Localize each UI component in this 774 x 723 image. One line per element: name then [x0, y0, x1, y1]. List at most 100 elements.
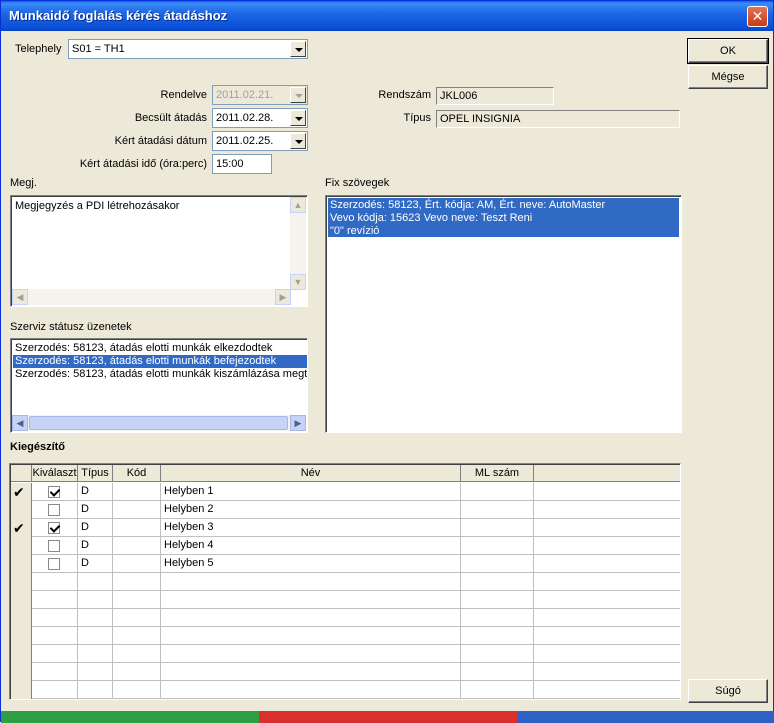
cell-kod[interactable] — [113, 645, 161, 663]
table-row[interactable] — [11, 573, 680, 591]
cell-ml-szam[interactable] — [461, 537, 534, 555]
fix-textarea[interactable]: Szerzodés: 58123, Ért. kódja: AM, Ért. n… — [325, 195, 682, 433]
header-tipus[interactable]: Típus — [78, 465, 113, 482]
cell-ml-szam[interactable] — [461, 681, 534, 699]
cell-tipus[interactable]: D — [78, 555, 113, 573]
cell-nev[interactable] — [161, 609, 461, 627]
cell-kod[interactable] — [113, 609, 161, 627]
cell-kivalaszt[interactable] — [32, 573, 78, 591]
cell-nev[interactable]: Helyben 3 — [161, 519, 461, 537]
status-hscroll[interactable]: ◀ ▶ — [12, 415, 306, 431]
cell-kod[interactable] — [113, 573, 161, 591]
cell-filler[interactable] — [534, 645, 680, 663]
cell-ml-szam[interactable] — [461, 663, 534, 681]
cell-ml-szam[interactable] — [461, 519, 534, 537]
chevron-down-icon[interactable] — [290, 41, 306, 57]
cell-nev[interactable] — [161, 663, 461, 681]
cell-tipus[interactable] — [78, 591, 113, 609]
table-row[interactable] — [11, 681, 680, 699]
cell-nev[interactable] — [161, 681, 461, 699]
cell-ml-szam[interactable] — [461, 501, 534, 519]
table-row[interactable] — [11, 627, 680, 645]
becsult-date[interactable]: 2011.02.28. — [212, 108, 308, 128]
cell-kivalaszt[interactable] — [32, 537, 78, 555]
table-row[interactable] — [11, 663, 680, 681]
scroll-down-icon[interactable]: ▼ — [290, 274, 306, 290]
cell-kivalaszt[interactable] — [32, 519, 78, 537]
help-button[interactable]: Súgó — [688, 679, 768, 703]
table-row[interactable] — [11, 591, 680, 609]
cell-ml-szam[interactable] — [461, 555, 534, 573]
cell-ml-szam[interactable] — [461, 627, 534, 645]
cell-kod[interactable] — [113, 555, 161, 573]
cell-filler[interactable] — [534, 501, 680, 519]
cell-kivalaszt[interactable] — [32, 663, 78, 681]
cell-nev[interactable] — [161, 627, 461, 645]
chevron-down-icon[interactable] — [290, 110, 306, 126]
cell-kod[interactable] — [113, 537, 161, 555]
cell-kivalaszt[interactable] — [32, 609, 78, 627]
cell-tipus[interactable] — [78, 609, 113, 627]
status-item-selected[interactable]: Szerzodés: 58123, átadás elotti munkák b… — [13, 355, 307, 368]
kieg-grid[interactable]: Kiválaszt Típus Kód Név ML szám ✔ D Helybe… — [9, 463, 681, 700]
header-kivalaszt[interactable]: Kiválaszt — [32, 465, 78, 482]
status-item[interactable]: Szerzodés: 58123, átadás elotti munkák e… — [13, 342, 272, 355]
table-row[interactable]: D Helyben 4 — [11, 537, 680, 555]
megj-hscroll[interactable]: ◀ ▶ — [12, 289, 291, 305]
megj-textarea[interactable]: Megjegyzés a PDI létrehozásakor ▲ ▼ ◀ ▶ — [10, 195, 308, 307]
cell-tipus[interactable] — [78, 681, 113, 699]
ok-button[interactable]: OK — [687, 38, 769, 64]
cancel-button[interactable]: Mégse — [688, 65, 768, 89]
cell-tipus[interactable] — [78, 627, 113, 645]
cell-nev[interactable]: Helyben 5 — [161, 555, 461, 573]
header-ml-szam[interactable]: ML szám — [461, 465, 534, 482]
cell-kivalaszt[interactable] — [32, 681, 78, 699]
close-icon[interactable]: ✕ — [747, 6, 768, 27]
cell-filler[interactable] — [534, 555, 680, 573]
cell-kod[interactable] — [113, 519, 161, 537]
scroll-right-icon[interactable]: ▶ — [290, 415, 306, 431]
cell-tipus[interactable]: D — [78, 501, 113, 519]
cell-nev[interactable] — [161, 645, 461, 663]
cell-filler[interactable] — [534, 519, 680, 537]
scroll-right-icon[interactable]: ▶ — [275, 289, 291, 305]
cell-tipus[interactable] — [78, 573, 113, 591]
cell-kod[interactable] — [113, 501, 161, 519]
status-item[interactable]: Szerzodés: 58123, átadás elotti munkák k… — [13, 368, 307, 381]
cell-ml-szam[interactable] — [461, 609, 534, 627]
cell-ml-szam[interactable] — [461, 645, 534, 663]
cell-nev[interactable]: Helyben 1 — [161, 483, 461, 501]
table-row[interactable] — [11, 645, 680, 663]
select-checkbox[interactable] — [48, 540, 60, 552]
cell-filler[interactable] — [534, 627, 680, 645]
cell-filler[interactable] — [534, 591, 680, 609]
cell-kod[interactable] — [113, 627, 161, 645]
cell-nev[interactable] — [161, 591, 461, 609]
chevron-down-icon[interactable] — [290, 133, 306, 149]
cell-filler[interactable] — [534, 537, 680, 555]
table-row[interactable]: D Helyben 5 — [11, 555, 680, 573]
scroll-left-icon[interactable]: ◀ — [12, 289, 28, 305]
cell-nev[interactable] — [161, 573, 461, 591]
cell-filler[interactable] — [534, 609, 680, 627]
table-row[interactable]: D Helyben 2 — [11, 501, 680, 519]
cell-filler[interactable] — [534, 681, 680, 699]
cell-kivalaszt[interactable] — [32, 627, 78, 645]
cell-kivalaszt[interactable] — [32, 591, 78, 609]
select-checkbox[interactable] — [48, 558, 60, 570]
cell-tipus[interactable] — [78, 663, 113, 681]
cell-tipus[interactable]: D — [78, 519, 113, 537]
cell-tipus[interactable]: D — [78, 537, 113, 555]
cell-kivalaszt[interactable] — [32, 555, 78, 573]
cell-kod[interactable] — [113, 663, 161, 681]
cell-filler[interactable] — [534, 663, 680, 681]
cell-ml-szam[interactable] — [461, 573, 534, 591]
cell-tipus[interactable] — [78, 645, 113, 663]
cell-kivalaszt[interactable] — [32, 501, 78, 519]
title-bar[interactable]: Munkaidő foglalás kérés átadáshoz ✕ — [1, 1, 773, 31]
cell-ml-szam[interactable] — [461, 591, 534, 609]
table-row[interactable]: ✔ D Helyben 1 — [11, 483, 680, 501]
table-row[interactable] — [11, 609, 680, 627]
cell-filler[interactable] — [534, 573, 680, 591]
cell-kivalaszt[interactable] — [32, 645, 78, 663]
